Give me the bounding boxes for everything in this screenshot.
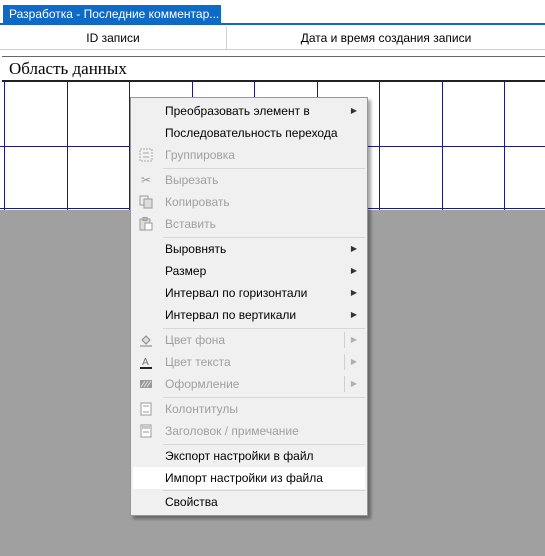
grouping-icon xyxy=(138,147,154,163)
menu-item-label: Выровнять xyxy=(165,242,227,256)
submenu-arrow-icon: ▶ xyxy=(350,379,357,388)
submenu-arrow-icon: ▶ xyxy=(350,106,357,115)
fill-color-icon xyxy=(138,332,154,348)
page-header-icon xyxy=(138,401,154,417)
form-header-row: ID записи Дата и время создания записи xyxy=(0,27,545,50)
submenu-split-divider xyxy=(344,354,345,370)
menu-item-convert[interactable]: Преобразовать элемент в ▶ xyxy=(133,100,365,122)
scissors-icon: ✂ xyxy=(140,173,152,187)
menu-item-label: Размер xyxy=(165,264,207,278)
menu-item-align[interactable]: Выровнять ▶ xyxy=(133,238,365,260)
svg-text:A: A xyxy=(142,357,149,368)
submenu-arrow-icon: ▶ xyxy=(350,335,357,344)
submenu-arrow-icon: ▶ xyxy=(350,244,357,253)
menu-item-label: Экспорт настройки в файл xyxy=(165,449,314,463)
submenu-arrow-icon: ▶ xyxy=(350,266,357,275)
submenu-split-divider xyxy=(344,376,345,392)
font-color-icon: A xyxy=(138,354,154,370)
menu-item-horizontal-spacing[interactable]: Интервал по горизонтали ▶ xyxy=(133,282,365,304)
menu-item-label: Копировать xyxy=(165,195,230,209)
submenu-arrow-icon: ▶ xyxy=(350,288,357,297)
menu-item-label: Вставить xyxy=(165,217,216,231)
submenu-arrow-icon: ▶ xyxy=(350,357,357,366)
menu-item-label: Интервал по горизонтали xyxy=(165,286,308,300)
menu-item-label: Импорт настройки из файла xyxy=(165,471,323,485)
menu-item-form-header-footer[interactable]: Заголовок / примечание xyxy=(133,420,365,442)
menu-item-tab-order[interactable]: Последовательность перехода xyxy=(133,122,365,144)
menu-item-grouping[interactable]: Группировка xyxy=(133,144,365,166)
menu-item-fill-color[interactable]: Цвет фона ▶ xyxy=(133,329,365,351)
menu-item-properties[interactable]: Свойства xyxy=(133,491,365,513)
detail-section-bar[interactable]: Область данных xyxy=(2,56,545,82)
submenu-arrow-icon: ▶ xyxy=(350,310,357,319)
menu-item-label: Преобразовать элемент в xyxy=(165,104,310,118)
context-menu: Преобразовать элемент в ▶ Последовательн… xyxy=(130,97,368,516)
menu-item-label: Цвет фона xyxy=(165,333,226,347)
menu-item-cut[interactable]: ✂ Вырезать xyxy=(133,169,365,191)
menu-item-label: Оформление xyxy=(165,377,240,391)
paste-icon xyxy=(138,216,154,232)
menu-item-paste[interactable]: Вставить xyxy=(133,213,365,235)
tab-underline xyxy=(0,23,545,25)
menu-item-label: Вырезать xyxy=(165,173,219,187)
form-header-icon xyxy=(138,423,154,439)
copy-icon xyxy=(138,194,154,210)
menu-item-label: Интервал по вертикали xyxy=(165,308,297,322)
menu-item-copy[interactable]: Копировать xyxy=(133,191,365,213)
menu-item-label: Цвет текста xyxy=(165,355,231,369)
special-effect-icon xyxy=(138,376,154,392)
menu-item-vertical-spacing[interactable]: Интервал по вертикали ▶ xyxy=(133,304,365,326)
menu-item-size[interactable]: Размер ▶ xyxy=(133,260,365,282)
submenu-split-divider xyxy=(344,332,345,348)
menu-item-label: Группировка xyxy=(165,148,235,162)
menu-item-page-header-footer[interactable]: Колонтитулы xyxy=(133,398,365,420)
menu-item-import-settings[interactable]: Импорт настройки из файла xyxy=(133,467,365,489)
menu-item-label: Последовательность перехода xyxy=(165,126,338,140)
menu-item-label: Заголовок / примечание xyxy=(165,424,299,438)
menu-item-special-effect[interactable]: Оформление ▶ xyxy=(133,373,365,395)
column-header-datetime[interactable]: Дата и время создания записи xyxy=(227,27,545,49)
column-header-id[interactable]: ID записи xyxy=(0,27,227,49)
menu-item-label: Колонтитулы xyxy=(165,402,239,416)
menu-item-export-settings[interactable]: Экспорт настройки в файл xyxy=(133,445,365,467)
menu-item-font-color[interactable]: A Цвет текста ▶ xyxy=(133,351,365,373)
document-tab[interactable]: Разработка - Последние комментар... xyxy=(3,5,221,23)
menu-item-label: Свойства xyxy=(165,495,218,509)
